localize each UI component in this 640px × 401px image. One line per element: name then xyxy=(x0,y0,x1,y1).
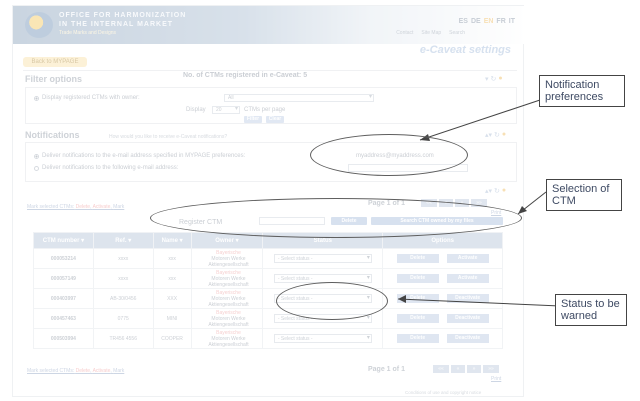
selection-highlight-ellipse xyxy=(150,198,522,238)
notification-highlight-ellipse xyxy=(310,134,468,176)
status-highlight-ellipse xyxy=(276,282,388,320)
callout-selection-of-ctm: Selection of CTM xyxy=(546,179,622,211)
callout-status-to-be-warned: Status to be warned xyxy=(555,294,627,326)
callout-notification-preferences: Notification preferences xyxy=(539,75,625,107)
